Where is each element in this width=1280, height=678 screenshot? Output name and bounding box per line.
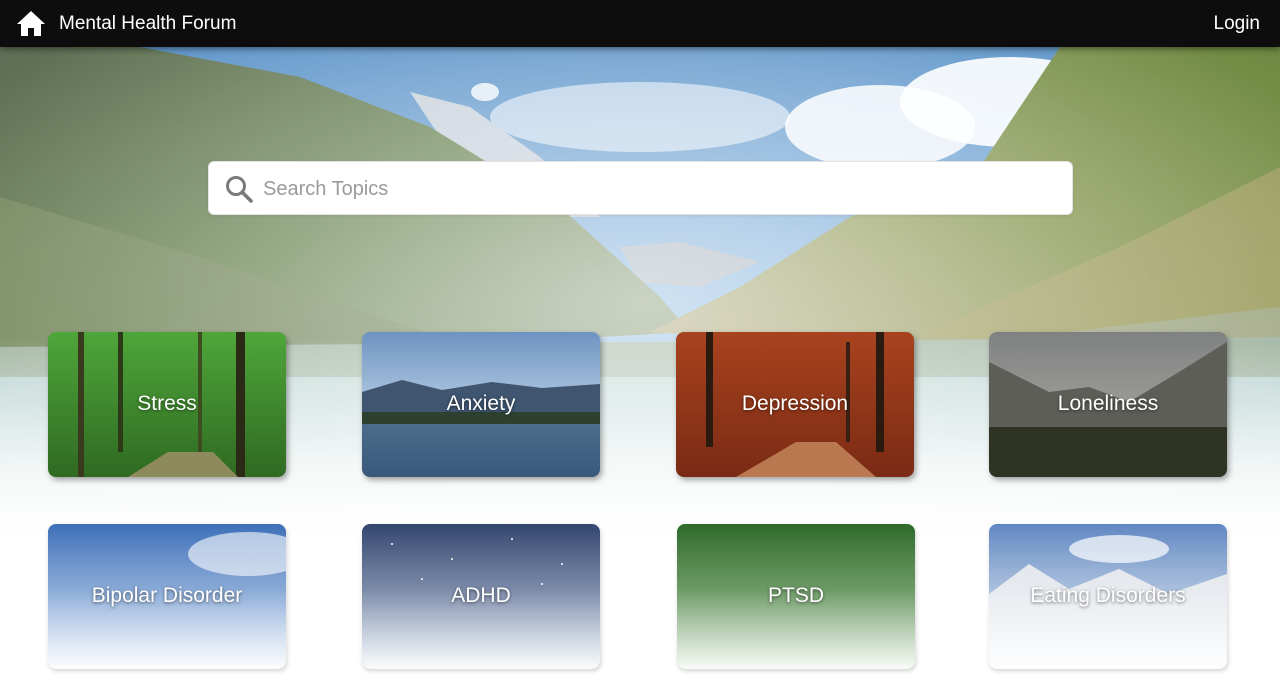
search-input[interactable]	[263, 170, 1058, 208]
topic-label: Eating Disorders	[1030, 584, 1186, 607]
topic-label: Stress	[137, 392, 197, 415]
topic-card-bipolar-disorder[interactable]: Bipolar Disorder	[48, 524, 286, 669]
topic-card-depression[interactable]: Depression	[676, 332, 914, 477]
search-bar[interactable]	[208, 161, 1073, 215]
topic-label: ADHD	[451, 584, 511, 607]
site-title[interactable]: Mental Health Forum	[59, 12, 236, 36]
home-icon[interactable]	[16, 10, 46, 37]
topic-label: Depression	[741, 392, 849, 415]
topic-label: Anxiety	[446, 392, 516, 415]
topic-card-loneliness[interactable]: Loneliness	[989, 332, 1227, 477]
search-icon[interactable]	[224, 174, 254, 204]
topic-label: PTSD	[767, 584, 824, 607]
login-link[interactable]: Login	[1214, 12, 1261, 36]
topic-card-adhd[interactable]: ADHD	[362, 524, 600, 669]
topic-label: Loneliness	[1057, 392, 1159, 415]
topic-card-eating-disorders[interactable]: Eating Disorders	[989, 524, 1227, 669]
topic-card-stress[interactable]: Stress	[48, 332, 286, 477]
topic-card-ptsd[interactable]: PTSD	[677, 524, 915, 669]
topic-card-anxiety[interactable]: Anxiety	[362, 332, 600, 477]
top-navbar: Mental Health Forum Login	[0, 0, 1280, 47]
topic-label: Bipolar Disorder	[91, 584, 243, 607]
